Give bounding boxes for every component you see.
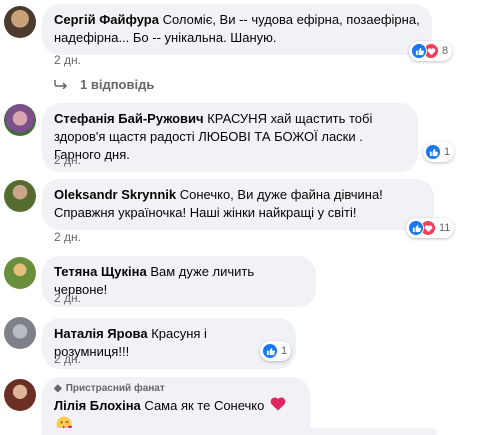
avatar[interactable]	[4, 379, 36, 411]
comment-time[interactable]: 2 дн.	[54, 291, 81, 305]
view-replies-link[interactable]: 1 відповідь	[54, 77, 154, 92]
comment-author[interactable]: Наталія Ярова	[54, 326, 148, 341]
gem-icon: ◆	[54, 383, 62, 394]
reactions-count: 8	[442, 45, 449, 57]
comment-author[interactable]: Oleksandr Skrynnik	[54, 187, 176, 202]
comment-time[interactable]: 2 дн.	[54, 352, 81, 366]
comment-time[interactable]: 2 дн.	[54, 153, 81, 167]
reactions-count: 1	[281, 345, 288, 357]
like-icon	[262, 343, 278, 359]
reactions-summary[interactable]: 8	[409, 41, 453, 61]
avatar[interactable]	[4, 180, 36, 212]
comment-author[interactable]: Тетяна Щукіна	[54, 264, 147, 279]
comment-author[interactable]: Лілія Блохіна	[54, 398, 141, 413]
avatar[interactable]	[4, 317, 36, 349]
reactions-summary[interactable]: 11	[406, 218, 455, 238]
comment-author[interactable]: Сергій Файфура	[54, 12, 159, 27]
comment-bubble: Oleksandr Skrynnik Сонечко, Ви дуже файн…	[42, 179, 434, 230]
reactions-summary[interactable]: 1	[260, 341, 292, 361]
like-icon	[411, 43, 427, 59]
badge-label: Пристрасний фанат	[65, 383, 165, 394]
next-comment-bubble-edge	[42, 428, 437, 435]
comment-bubble: Сергій Файфура Соломіє, Ви -- чудова ефі…	[42, 4, 432, 55]
avatar[interactable]	[4, 6, 36, 38]
red-heart-icon	[270, 397, 286, 416]
top-fan-badge: ◆ Пристрасний фанат	[54, 383, 298, 395]
avatar[interactable]	[4, 257, 36, 289]
reactions-count: 11	[439, 222, 451, 234]
like-icon	[425, 144, 441, 160]
comment-time[interactable]: 2 дн.	[54, 53, 81, 67]
reactions-count: 1	[444, 146, 451, 158]
comment-author[interactable]: Стефанія Бай-Ружович	[54, 111, 204, 126]
comment-bubble: ◆ Пристрасний фанат Лілія Блохіна Сама я…	[42, 377, 310, 435]
comment-bubble: Тетяна Щукіна Вам дуже личить червоне!	[42, 256, 316, 307]
reply-arrow-icon	[54, 77, 68, 92]
comment-text: Сама як те Сонечко	[144, 398, 265, 413]
replies-label: 1 відповідь	[80, 77, 155, 92]
comment-bubble: Стефанія Бай-Ружович КРАСУНЯ хай щастить…	[42, 103, 418, 172]
comment-time[interactable]: 2 дн.	[54, 230, 81, 244]
avatar[interactable]	[4, 104, 36, 136]
like-icon	[408, 220, 424, 236]
reactions-summary[interactable]: 1	[423, 142, 455, 162]
